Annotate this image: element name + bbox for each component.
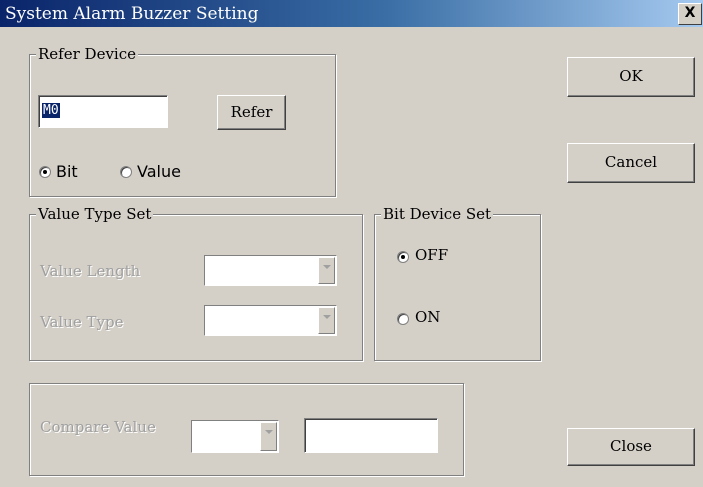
close-button[interactable]: Close <box>567 428 695 466</box>
value-length-select[interactable] <box>204 255 337 286</box>
compare-value-input[interactable] <box>304 418 438 453</box>
value-type-set-legend: Value Type Set <box>36 205 154 223</box>
chevron-down-icon[interactable] <box>318 257 335 284</box>
device-input[interactable]: M0 <box>38 95 168 128</box>
close-icon[interactable]: X <box>678 3 702 25</box>
value-type-select[interactable] <box>204 305 337 336</box>
bit-radio[interactable] <box>39 166 51 178</box>
value-length-label: Value Length <box>40 262 141 280</box>
bit-device-set-legend: Bit Device Set <box>381 205 494 223</box>
bit-radio-label: Bit <box>56 162 78 181</box>
refer-device-legend: Refer Device <box>36 45 138 63</box>
value-radio-label: Value <box>137 162 181 181</box>
on-radio-label: ON <box>415 308 441 326</box>
chevron-down-icon[interactable] <box>318 307 335 334</box>
bit-device-set-group: Bit Device Set <box>374 205 541 361</box>
refer-button[interactable]: Refer <box>217 95 286 130</box>
value-type-set-group: Value Type Set <box>29 205 363 361</box>
off-radio[interactable] <box>397 251 409 263</box>
window-title: System Alarm Buzzer Setting <box>5 4 259 24</box>
value-radio[interactable] <box>120 166 132 178</box>
title-bar: System Alarm Buzzer Setting X <box>0 0 703 27</box>
off-radio-label: OFF <box>415 246 449 264</box>
value-type-label: Value Type <box>40 313 124 331</box>
device-input-value: M0 <box>42 103 60 118</box>
on-radio[interactable] <box>397 313 409 325</box>
cancel-button[interactable]: Cancel <box>567 143 695 183</box>
ok-button[interactable]: OK <box>567 57 695 97</box>
chevron-down-icon[interactable] <box>260 422 277 451</box>
compare-value-label: Compare Value <box>40 418 156 436</box>
compare-operator-select[interactable] <box>191 420 279 453</box>
